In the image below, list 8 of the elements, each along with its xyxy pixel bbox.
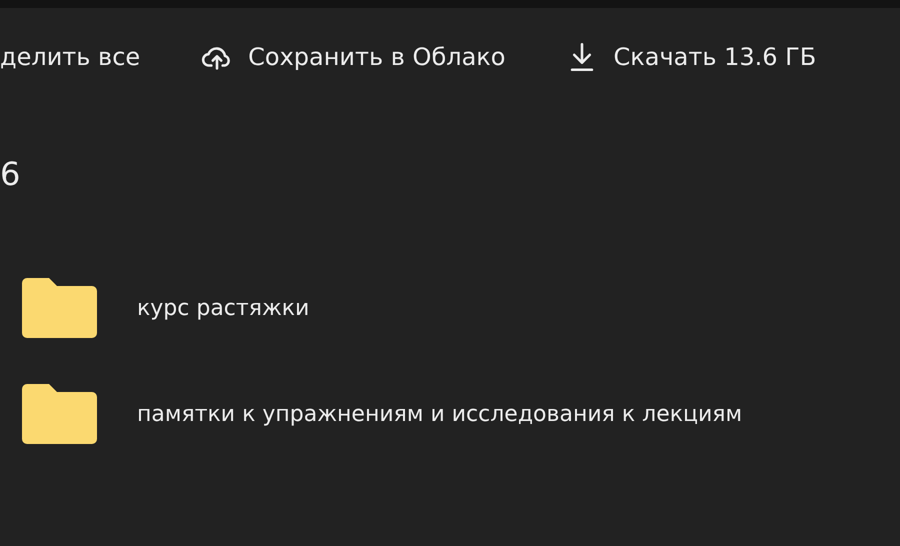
select-all-button[interactable]: делить все <box>0 39 140 75</box>
save-to-cloud-button[interactable]: Сохранить в Облако <box>200 39 506 75</box>
folder-name[interactable]: памятки к упражнениям и исследования к лекциям <box>137 398 742 430</box>
folder-name[interactable]: курс растяжки <box>137 292 310 324</box>
folder-title: 6 <box>0 158 22 190</box>
folder-icon <box>22 384 97 444</box>
folder-icon <box>22 278 97 338</box>
download-button[interactable]: Скачать 13.6 ГБ <box>565 39 816 75</box>
